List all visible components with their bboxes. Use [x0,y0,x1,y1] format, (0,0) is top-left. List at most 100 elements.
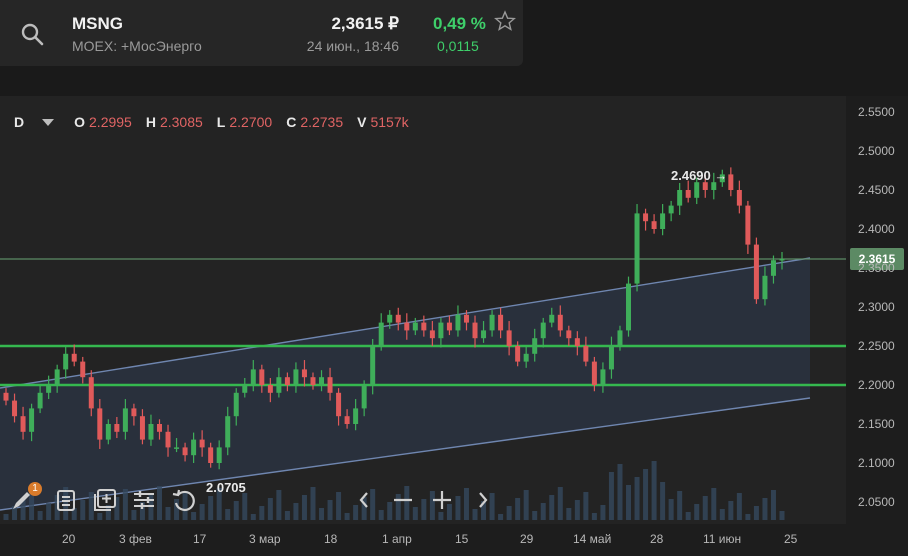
candle-body [779,259,785,261]
candle-body [378,322,384,346]
candle-body [310,377,316,385]
candle-body [694,182,700,198]
volume-bar [779,511,785,520]
volume-bar [694,504,700,520]
scroll-right-icon[interactable] [468,486,496,514]
volume-label: V [357,114,367,130]
candle-body [37,392,43,409]
volume-bar [421,499,427,520]
candle-body [353,408,359,424]
candle-body [20,416,26,432]
volume-bar [660,482,666,520]
candle-body [208,447,214,463]
volume-bar [608,472,614,520]
candle-body [515,346,521,362]
reset-icon[interactable] [170,486,198,514]
volume-bar [293,503,299,520]
volume-bar [3,514,9,520]
volume-bar [225,509,231,520]
scroll-left-icon[interactable] [351,486,379,514]
candle-body [489,314,495,331]
candle-body [438,322,444,339]
y-tick-label: 2.2000 [858,378,895,392]
volume-value: 5157k [370,114,409,130]
volume-bar [549,495,555,520]
candle-body [344,416,350,424]
candle-body [677,190,683,206]
volume-bar [719,509,725,520]
volume-bar [736,493,742,520]
candle-body [668,205,674,214]
list-icon[interactable] [52,486,80,514]
volume-bar [80,500,86,520]
volume-bar [532,511,538,520]
volume-bar [515,498,521,520]
candle-body [557,314,563,331]
volume-bar [617,464,623,520]
candle-body [12,400,18,417]
x-tick-label: 29 [520,532,534,546]
candle-body [327,377,333,393]
high-value: 2.3085 [159,114,203,130]
candle-body [728,174,734,190]
period-low-label: 2.0705 [206,480,246,495]
candle-body [591,361,597,385]
candle-body [387,314,393,323]
volume-bar [745,514,751,520]
candle-body [370,346,376,385]
candle-body [660,213,666,229]
candle-body [540,322,546,339]
volume-bar [540,503,546,520]
candle-body [165,431,171,448]
period-high-label: 2.4690 → [671,168,728,183]
candle-body [148,424,154,440]
volume-bar [523,490,529,520]
period-dropdown-icon[interactable] [42,119,55,126]
volume-bar [284,511,290,520]
candle-body [574,338,580,346]
period-selector[interactable]: D [14,114,24,130]
volume-bar [336,492,342,520]
zoom-in-icon[interactable] [428,486,456,514]
candle-body [336,392,342,417]
candle-body [3,392,9,401]
candle-body [412,322,418,331]
candle-body [455,314,461,331]
candle-body [617,330,623,346]
candle-body [174,447,180,449]
candle-body [63,353,69,370]
candle-body [216,447,222,463]
ohlc-legend: D O 2.2995 H 2.3085 L 2.2700 C 2.2735 V … [14,114,423,130]
volume-bar [583,492,589,520]
volume-bar [600,505,606,520]
volume-bar [557,487,563,520]
x-tick-label: 20 [62,532,76,546]
x-tick-label: 28 [650,532,664,546]
volume-bar [762,498,768,520]
volume-bar [685,512,691,520]
y-tick-label: 2.1500 [858,417,895,431]
candle-body [745,205,751,245]
x-tick-label: 11 июн [703,532,742,546]
low-value: 2.2700 [229,114,273,130]
candle-body [71,353,77,362]
low-label: L [216,114,226,130]
volume-bar [651,461,657,520]
candle-body [463,314,469,323]
volume-bar [208,496,214,520]
volume-bar [702,496,708,520]
candle-body [429,330,435,339]
settings-sliders-icon[interactable] [130,486,158,514]
volume-bar [267,498,273,520]
candle-body [472,322,478,339]
y-tick-label: 2.4500 [858,183,895,197]
add-indicator-icon[interactable] [91,486,119,514]
x-tick-label: 1 апр [382,532,412,546]
y-tick-label: 2.3000 [858,300,895,314]
zoom-out-icon[interactable] [389,486,417,514]
candle-body [225,416,231,448]
volume-bar [97,513,103,520]
candle-body [191,439,197,456]
candle-body [506,330,512,346]
x-tick-label: 14 май [573,532,612,546]
